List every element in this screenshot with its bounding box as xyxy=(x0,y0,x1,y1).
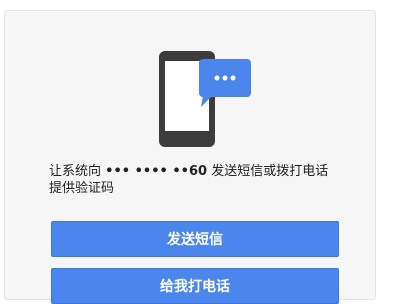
message-suffix: 发送短信或拨打电话 xyxy=(211,164,329,179)
message-prefix: 让系统向 xyxy=(49,164,102,179)
phone-message-illustration xyxy=(159,51,259,151)
verification-card: 让系统向 ••• •••• ••60 发送短信或拨打电话 提供验证码 发送短信 … xyxy=(4,10,376,304)
message-line2: 提供验证码 xyxy=(49,181,115,196)
masked-phone-number: ••• •••• ••60 xyxy=(105,164,208,179)
send-sms-button[interactable]: 发送短信 xyxy=(51,221,339,257)
chat-bubble-icon xyxy=(199,59,251,107)
phone-icon xyxy=(159,51,251,147)
call-me-button[interactable]: 给我打电话 xyxy=(51,268,339,304)
verification-message: 让系统向 ••• •••• ••60 发送短信或拨打电话 提供验证码 xyxy=(49,163,349,197)
